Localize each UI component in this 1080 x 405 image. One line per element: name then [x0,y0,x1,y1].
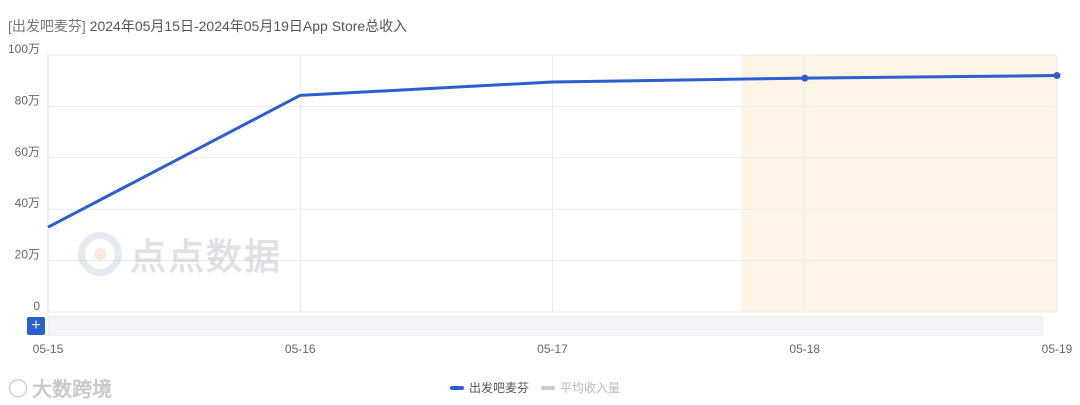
x-tick-label: 05-19 [1042,342,1073,356]
y-tick-label: 0 [33,299,40,313]
watermark-text: 点点数据 [130,237,283,278]
y-tick-label: 40万 [15,196,40,210]
legend-label: 出发吧麦芬 [469,381,530,395]
y-tick-label: 60万 [15,145,40,159]
series-point [1053,72,1061,80]
brand-logo-icon: ◯ [8,377,29,398]
brand-text: 大数跨境 [32,377,113,401]
legend-swatch [541,385,556,390]
watermark-logo-icon [78,232,122,276]
y-tick-label: 80万 [15,93,40,107]
x-tick-label: 05-16 [285,342,316,356]
x-tick-label: 05-18 [789,342,820,356]
legend-item-series[interactable]: 出发吧麦芬 [450,379,529,396]
watermark: 点点数据 [78,228,282,280]
legend-label: 平均收入量 [560,381,621,395]
series-point [801,74,809,82]
zoom-slider-track[interactable] [48,316,1043,336]
line-chart: 0 20万 40万 60万 80万 100万 05-15 05-16 05-17 05-18 05-… [8,42,1073,356]
brand-watermark: ◯ 大数跨境 [8,373,112,402]
legend-swatch [450,385,464,390]
y-tick-label: 20万 [15,248,40,262]
highlight-band [741,55,1057,312]
legend-item-average[interactable]: 平均收入量 [541,379,620,396]
legend: 出发吧麦芬 平均收入量 [450,379,632,396]
y-tick-label: 100万 [8,42,40,56]
x-tick-label: 05-15 [33,342,64,356]
x-tick-label: 05-17 [537,342,568,356]
zoom-expand-button[interactable]: + [27,317,45,335]
